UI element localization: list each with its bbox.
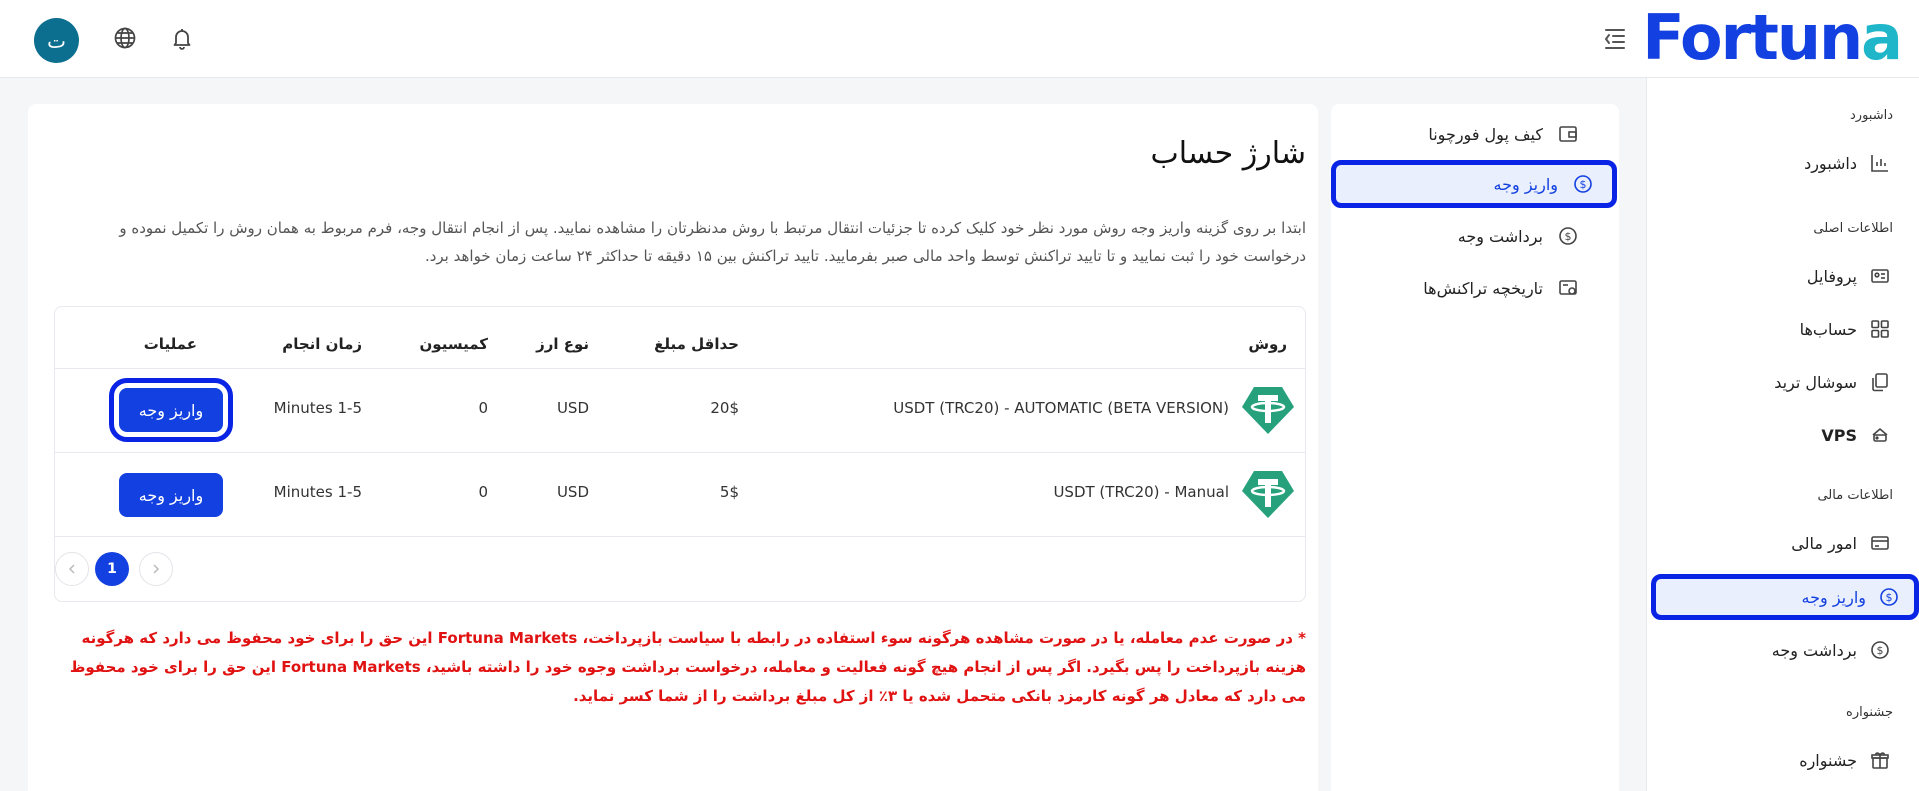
server-icon xyxy=(1869,424,1891,446)
sidebar-item-social-trade[interactable]: سوشال ترید xyxy=(1661,361,1905,403)
time: Minutes 1-5 xyxy=(273,483,362,501)
next-page-icon[interactable] xyxy=(139,552,173,586)
sidebar-item-label: جشنواره xyxy=(1799,750,1857,770)
subnav-item-label: کیف پول فورچونا xyxy=(1428,124,1543,144)
page-title: شارژ حساب xyxy=(1150,136,1306,171)
top-bar: Fortuna ت xyxy=(0,0,1919,78)
sidebar-section-festival: جشنواره xyxy=(1846,705,1893,720)
refund-policy-warning: * در صورت عدم معامله، یا در صورت مشاهده … xyxy=(69,629,1306,705)
sidebar-item-label: داشبورد xyxy=(1804,153,1857,173)
tether-icon xyxy=(1241,469,1295,519)
svg-text:$: $ xyxy=(1877,644,1884,657)
credit-card-icon xyxy=(1869,532,1891,554)
subnav-item-label: تاریخچه تراکنش‌ها xyxy=(1423,278,1543,298)
sidebar-item-vps[interactable]: VPS xyxy=(1661,414,1905,456)
copy-icon xyxy=(1869,371,1891,393)
pagination: 1 xyxy=(55,536,1305,586)
header-actions: عملیات xyxy=(143,335,197,353)
globe-icon[interactable] xyxy=(109,22,141,54)
bell-icon[interactable] xyxy=(166,22,198,54)
subnav-item-wallet[interactable]: کیف پول فورچونا xyxy=(1341,112,1597,156)
sidebar: داشبورد داشبورد اطلاعات اصلی پروفایل حسا… xyxy=(1646,78,1919,791)
table-row: USDT (TRC20) - AUTOMATIC (BETA VERSION) … xyxy=(55,368,1305,452)
header-min-amount: حداقل مبلغ xyxy=(654,335,739,353)
sidebar-item-label: حساب‌ها xyxy=(1799,319,1857,339)
grid-icon xyxy=(1869,318,1891,340)
sidebar-item-accounts[interactable]: حساب‌ها xyxy=(1661,308,1905,350)
subnav-item-label: برداشت وجه xyxy=(1457,226,1543,246)
deposit-subnav: کیف پول فورچونا $ واریز وجه $ برداشت وجه… xyxy=(1331,104,1619,791)
subnav-item-label: واریز وجه xyxy=(1493,174,1558,194)
subnav-item-withdraw[interactable]: $ برداشت وجه xyxy=(1341,214,1597,258)
avatar[interactable]: ت xyxy=(34,18,79,63)
currency: USD xyxy=(556,483,589,501)
table-row: USDT (TRC20) - Manual 5$ USD 0 Minutes 1… xyxy=(55,452,1305,536)
sidebar-item-label: VPS xyxy=(1821,425,1857,445)
page-description: ابتدا بر روی گزینه واریز وجه روش مورد نظ… xyxy=(119,219,1306,265)
commission: 0 xyxy=(478,483,488,501)
history-icon xyxy=(1557,277,1579,299)
fortuna-logo[interactable]: Fortuna xyxy=(1642,6,1903,70)
sidebar-item-festival[interactable]: جشنواره xyxy=(1661,739,1905,781)
sidebar-section-dashboard: داشبورد xyxy=(1850,108,1893,123)
deposit-button[interactable]: واریز وجه xyxy=(119,473,223,517)
id-card-icon xyxy=(1869,265,1891,287)
wallet-icon xyxy=(1557,123,1579,145)
sidebar-section-basic-info: اطلاعات اصلی xyxy=(1813,221,1893,236)
sidebar-item-dashboard[interactable]: داشبورد xyxy=(1661,142,1905,184)
main-card: شارژ حساب ابتدا بر روی گزینه واریز وجه ر… xyxy=(28,104,1318,791)
time: Minutes 1-5 xyxy=(273,399,362,417)
min-amount: 20$ xyxy=(710,399,739,417)
dollar-circle-icon: $ xyxy=(1572,173,1594,195)
header-currency: نوع ارز xyxy=(536,335,589,353)
deposit-button[interactable]: واریز وجه xyxy=(109,378,233,442)
sidebar-item-withdraw[interactable]: $ برداشت وجه xyxy=(1661,629,1905,671)
collapse-menu-icon[interactable] xyxy=(1598,22,1632,56)
dollar-circle-icon: $ xyxy=(1869,639,1891,661)
sidebar-item-label: برداشت وجه xyxy=(1771,640,1857,660)
dollar-circle-icon: $ xyxy=(1878,586,1900,608)
min-amount: 5$ xyxy=(719,483,739,501)
method-name: USDT (TRC20) - Manual xyxy=(1053,483,1229,501)
svg-text:$: $ xyxy=(1580,178,1587,191)
header-method: روش xyxy=(1248,335,1287,353)
sidebar-item-profile[interactable]: پروفایل xyxy=(1661,255,1905,297)
header-commission: کمیسیون xyxy=(419,335,489,353)
page-number-current[interactable]: 1 xyxy=(95,552,129,586)
dollar-circle-icon: $ xyxy=(1557,225,1579,247)
sidebar-item-label: امور مالی xyxy=(1791,533,1857,553)
currency: USD xyxy=(556,399,589,417)
sidebar-item-label: واریز وجه xyxy=(1801,587,1866,607)
chart-icon xyxy=(1869,152,1891,174)
subnav-item-transactions[interactable]: تاریخچه تراکنش‌ها xyxy=(1341,266,1597,310)
sidebar-item-label: پروفایل xyxy=(1806,266,1857,286)
sidebar-section-financial-info: اطلاعات مالی xyxy=(1817,488,1893,503)
gift-icon xyxy=(1869,749,1891,771)
svg-text:$: $ xyxy=(1565,230,1572,243)
header-time: زمان انجام xyxy=(282,335,362,353)
sidebar-item-label: سوشال ترید xyxy=(1774,372,1857,392)
tether-icon xyxy=(1241,385,1295,435)
prev-page-icon[interactable] xyxy=(55,552,89,586)
commission: 0 xyxy=(478,399,488,417)
method-name: USDT (TRC20) - AUTOMATIC (BETA VERSION) xyxy=(893,399,1229,417)
sidebar-item-deposit[interactable]: $ واریز وجه xyxy=(1651,574,1919,620)
deposit-methods-table: روش حداقل مبلغ نوع ارز کمیسیون زمان انجا… xyxy=(54,306,1306,602)
subnav-item-deposit[interactable]: $ واریز وجه xyxy=(1331,160,1617,208)
svg-text:$: $ xyxy=(1886,591,1893,604)
sidebar-item-financial-affairs[interactable]: امور مالی xyxy=(1661,522,1905,564)
